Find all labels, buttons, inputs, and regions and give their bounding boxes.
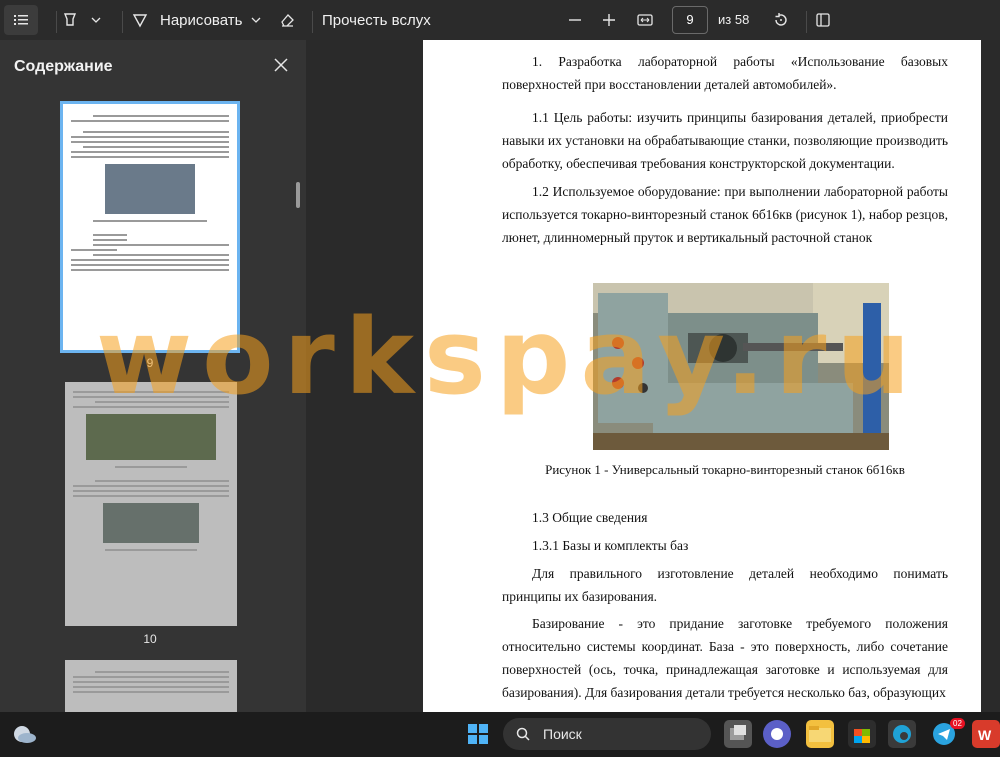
highlight-dropdown[interactable]: [88, 5, 104, 35]
office-app-button[interactable]: W: [972, 720, 1000, 748]
section-heading: 1.3.1 Базы и комплекты баз: [532, 538, 689, 553]
teams-button[interactable]: [763, 720, 791, 748]
svg-text:W: W: [978, 727, 992, 743]
fit-width-icon: [637, 14, 653, 26]
toolbar: Нарисовать Прочесть вслух 9 из 58: [0, 0, 1000, 40]
page-thumbnail-11[interactable]: [65, 660, 237, 712]
taskbar-search[interactable]: Поиск: [503, 718, 711, 750]
toolbar-separator: [806, 11, 807, 33]
list-icon: [14, 15, 28, 25]
toolbar-separator: [122, 11, 123, 33]
figure-caption: Рисунок 1 - Универсальный токарно-винтор…: [545, 462, 905, 477]
zoom-out-button[interactable]: [566, 5, 584, 35]
page-number-input[interactable]: 9: [672, 6, 708, 34]
plus-icon: [603, 14, 615, 26]
toc-toggle-button[interactable]: [4, 5, 38, 35]
chevron-down-icon: [251, 17, 261, 23]
erase-button[interactable]: [276, 5, 298, 35]
windows-icon: [468, 724, 488, 744]
folder-icon: [809, 726, 831, 742]
document-paragraph: Для правильного изготовление деталей нео…: [502, 566, 948, 604]
sidebar-scrollbar[interactable]: [296, 182, 300, 208]
draw-dropdown[interactable]: [248, 5, 264, 35]
document-heading: 1. Разработка лабораторной работы «Испол…: [502, 54, 948, 92]
thumbnail-image: [105, 164, 195, 214]
minus-icon: [569, 19, 581, 21]
fit-width-button[interactable]: [634, 5, 656, 35]
draw-label: Нарисовать: [160, 11, 243, 29]
document-viewer[interactable]: 1. Разработка лабораторной работы «Испол…: [306, 40, 1000, 712]
store-button[interactable]: [848, 720, 876, 748]
draw-button[interactable]: Нарисовать: [132, 5, 242, 35]
rotate-icon: [775, 13, 787, 26]
page-thumbnail-9[interactable]: [60, 101, 240, 353]
toolbar-separator: [56, 11, 57, 33]
search-label: Поиск: [543, 726, 582, 742]
weather-icon: [14, 726, 36, 743]
edge-button[interactable]: [888, 720, 916, 748]
page-view-icon: [816, 13, 830, 27]
thumbnail-number: 10: [143, 632, 157, 646]
read-aloud-label: Прочесть вслух: [322, 11, 431, 29]
thumbnail-number: 9: [146, 356, 154, 370]
task-view-button[interactable]: [724, 720, 752, 748]
thumbnail-image: [86, 414, 216, 460]
highlight-button[interactable]: [58, 5, 82, 35]
thumbnail-image: [103, 503, 199, 543]
page-total: из 58: [718, 12, 750, 27]
sidebar-title: Содержание: [14, 58, 113, 75]
chat-icon: [771, 728, 783, 740]
document-paragraph: 1.2 Используемое оборудование: при выпол…: [502, 184, 948, 245]
toc-sidebar: Содержание 9 10: [0, 40, 306, 712]
chevron-down-icon: [91, 17, 101, 23]
page-view-button[interactable]: [812, 5, 834, 35]
document-page: 1. Разработка лабораторной работы «Испол…: [423, 40, 981, 712]
zoom-in-button[interactable]: [600, 5, 618, 35]
task-view-icon: [730, 725, 746, 740]
rotate-button[interactable]: [770, 5, 792, 35]
read-aloud-button[interactable]: Прочесть вслух: [322, 5, 431, 35]
search-icon: [516, 727, 530, 741]
taskbar: Поиск 02 W: [0, 712, 1000, 757]
edge-icon: [893, 725, 911, 743]
close-sidebar-button[interactable]: [270, 54, 292, 76]
notification-badge: 02: [950, 718, 965, 729]
highlighter-icon: [63, 13, 77, 26]
section-heading: 1.3 Общие сведения: [532, 510, 648, 525]
document-paragraph: Базирование - это придание заготовке тре…: [502, 616, 948, 700]
start-button[interactable]: [464, 720, 492, 748]
document-paragraph: 1.1 Цель работы: изучить принципы базиро…: [502, 110, 948, 171]
weather-button[interactable]: [10, 720, 38, 748]
toolbar-separator: [312, 11, 313, 33]
file-explorer-button[interactable]: [806, 720, 834, 748]
store-icon: [854, 729, 870, 743]
pen-icon: [132, 14, 148, 28]
page-thumbnail-10[interactable]: [65, 382, 237, 626]
eraser-icon: [281, 14, 294, 27]
app-icon: W: [978, 727, 992, 743]
lathe-photo: [593, 283, 889, 450]
close-icon: [274, 58, 288, 72]
